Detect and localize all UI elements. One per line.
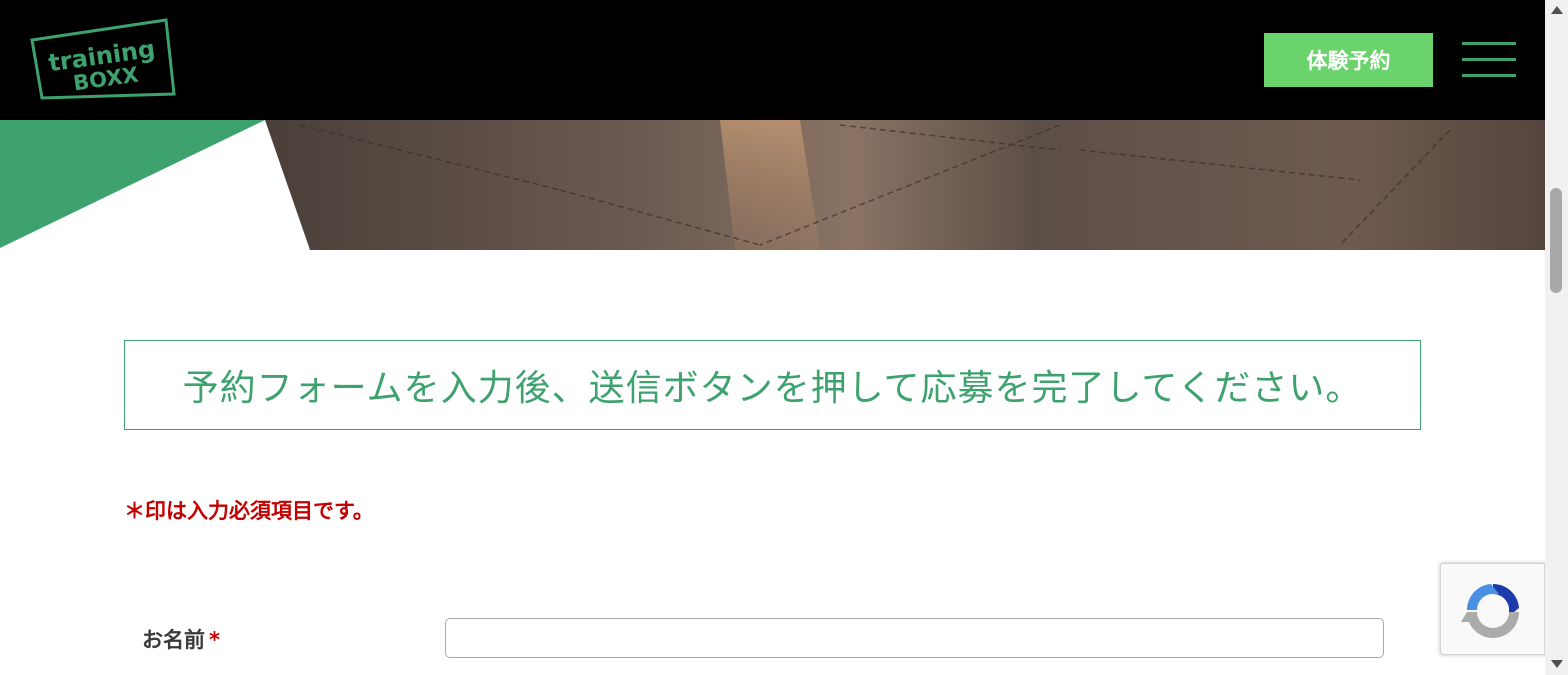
- form-instruction-banner: 予約フォームを入力後、送信ボタンを押して応募を完了してください。: [124, 340, 1421, 430]
- hero-image: [0, 120, 1545, 250]
- name-field-label: お名前 *: [142, 624, 220, 654]
- page: training BOXX 体験予約 予約フォームを入力後、送信ボタンを押して応…: [0, 0, 1568, 675]
- recaptcha-badge[interactable]: [1440, 563, 1545, 655]
- trial-booking-button[interactable]: 体験予約: [1264, 33, 1433, 87]
- scroll-up-arrow-icon[interactable]: [1551, 6, 1563, 14]
- scroll-down-arrow-icon[interactable]: [1551, 660, 1563, 668]
- required-fields-note: ＊印は入力必須項目です。: [124, 499, 374, 523]
- page-scrollbar[interactable]: [1545, 0, 1568, 675]
- site-logo[interactable]: training BOXX: [28, 18, 176, 100]
- name-label-text: お名前: [142, 628, 205, 652]
- recaptcha-icon: [1461, 583, 1519, 638]
- name-input[interactable]: [445, 618, 1384, 658]
- scroll-thumb[interactable]: [1550, 188, 1562, 293]
- required-mark: *: [209, 628, 220, 652]
- site-header: training BOXX 体験予約: [0, 0, 1545, 120]
- hamburger-menu-icon[interactable]: [1462, 42, 1516, 78]
